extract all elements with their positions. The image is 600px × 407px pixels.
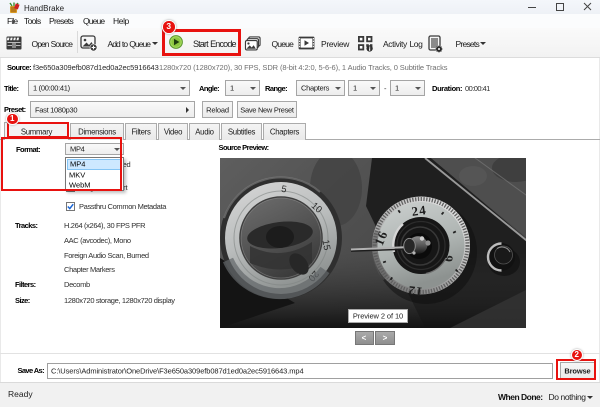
svg-text:12: 12 — [407, 283, 424, 300]
svg-text:24: 24 — [411, 202, 428, 219]
